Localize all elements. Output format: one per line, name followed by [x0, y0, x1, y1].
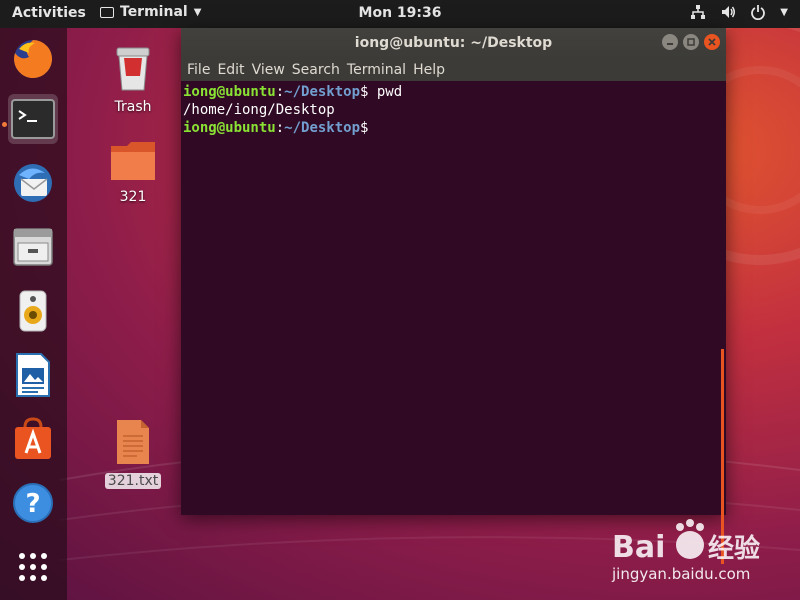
menu-edit[interactable]: Edit [217, 62, 250, 78]
desktop-icon-folder[interactable]: 321 [98, 140, 168, 205]
dock-help[interactable]: ? [8, 478, 58, 528]
writer-icon [16, 353, 50, 397]
window-titlebar[interactable]: iong@ubuntu: ~/Desktop [181, 28, 726, 58]
terminal-line: iong@ubuntu:~/Desktop$ pwd [183, 84, 403, 100]
menu-bar: File Edit View Search Terminal Help [181, 58, 726, 81]
speaker-icon [19, 290, 47, 332]
terminal-content[interactable]: iong@ubuntu:~/Desktop$ pwd /home/iong/De… [181, 81, 726, 564]
minimize-icon [667, 43, 673, 45]
menu-file[interactable]: File [187, 62, 216, 78]
terminal-app-icon [100, 6, 114, 18]
thunderbird-icon [14, 164, 52, 202]
prompt-user: iong@ubuntu [183, 120, 276, 136]
firefox-icon [14, 39, 53, 78]
watermark-url: jingyan.baidu.com [612, 565, 751, 583]
dock-terminal[interactable] [8, 94, 58, 144]
app-menu[interactable]: Terminal ▼ [100, 4, 201, 20]
grid-icon [19, 553, 47, 581]
volume-icon [722, 6, 736, 18]
power-icon [751, 5, 766, 20]
desktop-icon-label: 321 [119, 189, 147, 205]
clock[interactable]: Mon 19:36 [359, 5, 442, 21]
prompt-path: ~/Desktop [284, 84, 361, 100]
menu-terminal[interactable]: Terminal [347, 62, 412, 78]
terminal-output: /home/iong/Desktop [183, 102, 335, 118]
show-applications-button[interactable] [8, 542, 58, 592]
dock-thunderbird[interactable] [8, 158, 58, 208]
files-icon [13, 228, 53, 266]
desktop-icon-trash[interactable]: Trash [98, 46, 168, 115]
prompt-path: ~/Desktop [284, 120, 361, 136]
maximize-icon [687, 38, 695, 46]
dock-firefox[interactable] [8, 34, 58, 84]
dock-rhythmbox[interactable] [8, 286, 58, 336]
dock-files[interactable] [8, 222, 58, 272]
text-file-icon [117, 420, 149, 464]
terminal-window[interactable]: iong@ubuntu: ~/Desktop File Edit View Se… [181, 28, 726, 564]
dock-libreoffice-writer[interactable] [8, 350, 58, 400]
desktop-icon-text-file[interactable]: 321.txt [98, 418, 168, 489]
menu-view[interactable]: View [252, 62, 291, 78]
terminal-line: iong@ubuntu:~/Desktop$ [183, 120, 377, 136]
command-text: pwd [376, 84, 403, 100]
dock-ubuntu-software[interactable] [8, 414, 58, 464]
window-title: iong@ubuntu: ~/Desktop [354, 35, 553, 51]
svg-text:经验: 经验 [708, 533, 760, 564]
chevron-down-icon: ▼ [780, 6, 788, 18]
software-store-icon [15, 417, 51, 459]
running-indicator [2, 122, 7, 127]
status-menu[interactable]: ▼ [690, 4, 788, 20]
svg-text:?: ? [25, 489, 40, 519]
close-button[interactable] [704, 34, 720, 50]
menu-search[interactable]: Search [292, 62, 346, 78]
prompt-user: iong@ubuntu [183, 84, 276, 100]
dock: ? [0, 28, 67, 600]
desktop-icon-label: Trash [114, 99, 152, 115]
app-menu-label: Terminal [120, 4, 188, 20]
desktop-icon-label: 321.txt [104, 473, 162, 489]
menu-help[interactable]: Help [413, 62, 451, 78]
trash-icon [116, 47, 150, 91]
terminal-icon [11, 99, 55, 139]
network-icon [691, 5, 706, 19]
minimize-button[interactable] [662, 34, 678, 50]
svg-text:Bai: Bai [612, 530, 665, 565]
folder-icon [111, 142, 155, 180]
top-bar: Activities Terminal ▼ Mon 19:36 ▼ [0, 0, 800, 28]
help-icon: ? [13, 483, 53, 523]
activities-button[interactable]: Activities [12, 5, 86, 21]
close-icon [708, 38, 716, 46]
maximize-button[interactable] [683, 34, 699, 50]
chevron-down-icon: ▼ [193, 6, 202, 18]
